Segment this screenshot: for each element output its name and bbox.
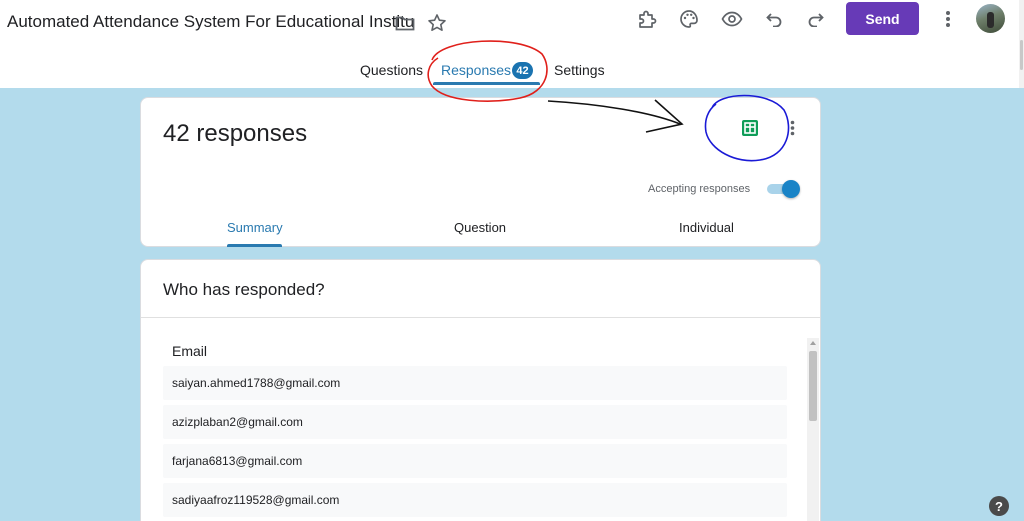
email-column-header: Email xyxy=(172,343,208,359)
responses-summary-card: 42 responses Accepting responses Summary… xyxy=(140,97,821,247)
active-subtab-indicator xyxy=(227,244,282,247)
email-value: azizplaban2@gmail.com xyxy=(172,415,303,429)
list-item[interactable]: farjana6813@gmail.com xyxy=(163,444,787,478)
responses-count-badge: 42 xyxy=(512,62,533,79)
tab-question[interactable]: Question xyxy=(454,220,506,235)
email-value: saiyan.ahmed1788@gmail.com xyxy=(172,376,341,390)
avatar[interactable] xyxy=(976,4,1005,33)
send-button[interactable]: Send xyxy=(846,2,919,35)
tab-questions[interactable]: Questions xyxy=(360,62,423,78)
star-icon[interactable] xyxy=(426,12,448,34)
page-scrollbar-thumb[interactable] xyxy=(1020,40,1023,70)
tab-summary[interactable]: Summary xyxy=(227,220,283,235)
undo-icon[interactable] xyxy=(764,9,784,29)
list-item[interactable]: sadiyaafroz119528@gmail.com xyxy=(163,483,787,517)
help-icon[interactable]: ? xyxy=(989,496,1009,516)
divider xyxy=(141,317,820,318)
form-tabs: Questions Responses 42 Settings xyxy=(0,48,1024,88)
tab-settings[interactable]: Settings xyxy=(554,62,605,78)
who-responded-card: Who has responded? Email saiyan.ahmed178… xyxy=(140,259,821,521)
list-item[interactable]: saiyan.ahmed1788@gmail.com xyxy=(163,366,787,400)
scroll-up-arrow-icon[interactable] xyxy=(810,341,816,345)
accepting-responses-toggle[interactable] xyxy=(765,180,800,198)
tab-individual[interactable]: Individual xyxy=(679,220,734,235)
palette-icon[interactable] xyxy=(678,8,700,30)
more-vert-icon[interactable] xyxy=(940,8,956,30)
folder-icon[interactable] xyxy=(394,13,416,33)
more-vert-icon[interactable] xyxy=(784,118,800,138)
active-tab-indicator xyxy=(433,82,540,85)
top-bar: Automated Attendance System For Educatio… xyxy=(0,0,1024,48)
who-responded-title: Who has responded? xyxy=(163,280,325,299)
form-title[interactable]: Automated Attendance System For Educatio… xyxy=(7,12,414,32)
email-value: sadiyaafroz119528@gmail.com xyxy=(172,493,340,507)
email-list-scrollbar[interactable] xyxy=(807,338,819,521)
accepting-responses-label: Accepting responses xyxy=(648,183,751,195)
email-value: farjana6813@gmail.com xyxy=(172,454,303,468)
preview-eye-icon[interactable] xyxy=(720,8,744,30)
redo-icon[interactable] xyxy=(806,9,826,29)
tab-responses[interactable]: Responses xyxy=(441,62,511,78)
responses-count-title: 42 responses xyxy=(163,120,308,147)
list-item[interactable]: azizplaban2@gmail.com xyxy=(163,405,787,439)
addon-puzzle-icon[interactable] xyxy=(636,8,658,30)
google-sheets-icon[interactable] xyxy=(739,117,761,139)
email-list-scrollbar-thumb[interactable] xyxy=(809,351,817,421)
responses-content: 42 responses Accepting responses Summary… xyxy=(0,88,1024,521)
